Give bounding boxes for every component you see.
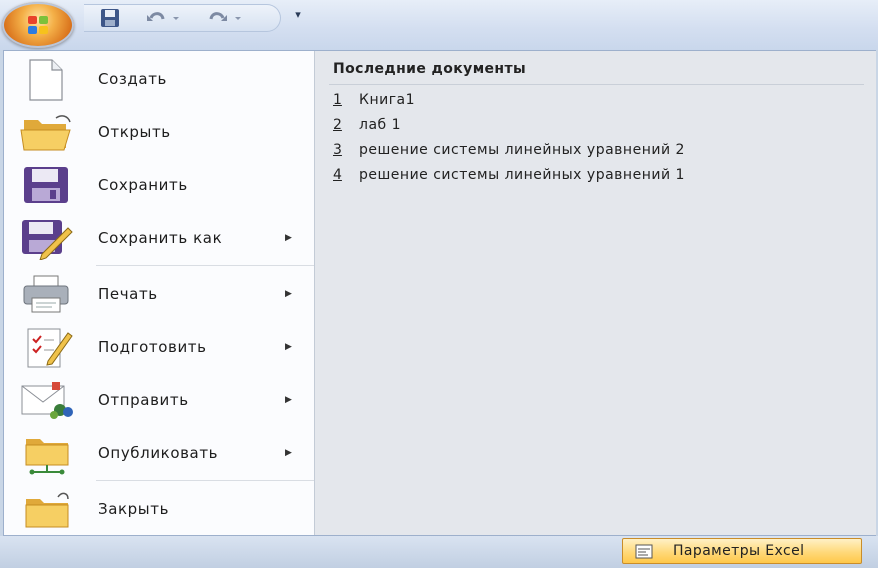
menu-item-open[interactable]: Открыть — [4, 106, 314, 159]
menu-item-print[interactable]: Печать ▶ — [4, 268, 314, 321]
recent-documents-panel: Последние документы 1 Книга1 2 лаб 1 3 р… — [314, 51, 876, 535]
options-icon — [635, 544, 653, 559]
menu-item-label: Опубликовать — [98, 444, 219, 462]
save-icon — [18, 163, 74, 207]
menu-item-label: Сохранить — [98, 176, 188, 194]
quick-access-toolbar — [84, 4, 281, 32]
menu-item-label: Закрыть — [98, 500, 170, 518]
excel-options-button[interactable]: Параметры Excel — [622, 538, 862, 564]
menu-item-save-as[interactable]: Сохранить как ▶ — [4, 212, 314, 265]
undo-dropdown-icon[interactable] — [170, 7, 182, 29]
submenu-arrow-icon: ▶ — [285, 342, 292, 352]
prepare-icon — [18, 325, 74, 369]
menu-item-label: Сохранить как — [98, 229, 223, 247]
menu-divider — [96, 480, 314, 481]
save-icon[interactable] — [98, 7, 122, 29]
title-divider — [329, 84, 864, 85]
new-document-icon — [18, 57, 74, 101]
menu-item-new[interactable]: Создать — [4, 53, 314, 106]
quick-access-bar: ▾ — [0, 0, 878, 50]
submenu-arrow-icon: ▶ — [285, 289, 292, 299]
recent-document-number: 2 — [333, 117, 342, 133]
printer-icon — [18, 272, 74, 316]
menu-item-prepare[interactable]: Подготовить ▶ — [4, 321, 314, 374]
redo-dropdown-icon[interactable] — [232, 7, 244, 29]
recent-document-item[interactable]: 2 лаб 1 — [333, 113, 853, 137]
submenu-arrow-icon: ▶ — [285, 233, 292, 243]
menu-item-save[interactable]: Сохранить — [4, 159, 314, 212]
send-icon — [18, 378, 74, 422]
menu-item-close[interactable]: Закрыть — [4, 483, 314, 536]
menu-footer: Параметры Excel — [0, 536, 878, 568]
recent-document-number: 3 — [333, 142, 342, 158]
close-folder-icon — [18, 487, 74, 531]
recent-document-number: 4 — [333, 167, 342, 183]
recent-document-item[interactable]: 4 решение системы линейных уравнений 1 — [333, 163, 853, 187]
office-logo-icon — [28, 16, 48, 34]
menu-item-publish[interactable]: Опубликовать ▶ — [4, 427, 314, 480]
customize-icon[interactable]: ▾ — [290, 6, 306, 24]
menu-divider — [96, 265, 314, 266]
redo-icon[interactable] — [206, 7, 230, 29]
recent-document-name: решение системы линейных уравнений 1 — [359, 167, 685, 183]
menu-item-label: Открыть — [98, 123, 171, 141]
menu-item-label: Печать — [98, 285, 158, 303]
publish-icon — [18, 431, 74, 475]
save-as-icon — [18, 216, 74, 261]
menu-item-label: Отправить — [98, 391, 189, 409]
menu-item-label: Создать — [98, 70, 167, 88]
recent-document-name: решение системы линейных уравнений 2 — [359, 142, 685, 158]
submenu-arrow-icon: ▶ — [285, 448, 292, 458]
menu-item-label: Подготовить — [98, 338, 207, 356]
office-menu: Создать Открыть Сохранить Сохранить как … — [3, 50, 876, 536]
recent-documents-title: Последние документы — [333, 61, 527, 77]
recent-document-item[interactable]: 1 Книга1 — [333, 88, 853, 112]
recent-document-name: Книга1 — [359, 92, 416, 108]
menu-commands: Создать Открыть Сохранить Сохранить как … — [4, 51, 314, 535]
recent-document-number: 1 — [333, 92, 342, 108]
office-button[interactable] — [2, 2, 74, 48]
undo-icon[interactable] — [144, 7, 168, 29]
excel-options-label: Параметры Excel — [673, 543, 805, 559]
submenu-arrow-icon: ▶ — [285, 395, 292, 405]
recent-document-item[interactable]: 3 решение системы линейных уравнений 2 — [333, 138, 853, 162]
recent-document-name: лаб 1 — [359, 117, 402, 133]
open-folder-icon — [18, 110, 74, 154]
menu-item-send[interactable]: Отправить ▶ — [4, 374, 314, 427]
